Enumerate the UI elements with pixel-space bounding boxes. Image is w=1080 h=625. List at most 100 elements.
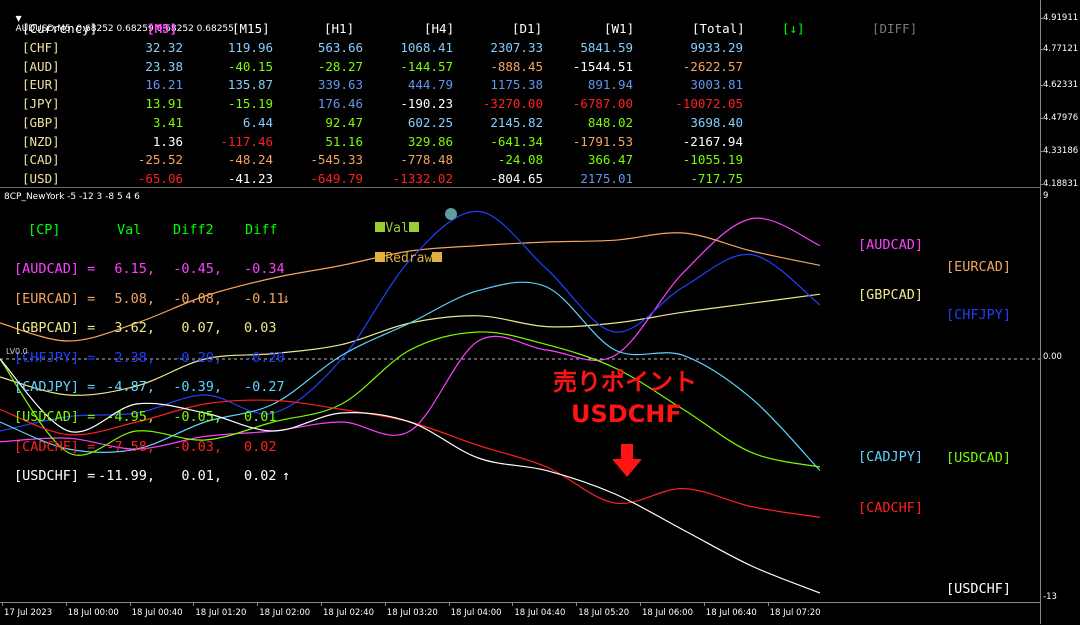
pair-row-diff2: -0.08, xyxy=(173,290,222,307)
time-tick xyxy=(703,603,705,606)
pairs-header: Diff2 xyxy=(173,222,214,238)
pair-row-val: 6.15, xyxy=(114,261,155,277)
indicator-name: 8CP_NewYork -5 -12 3 -8 5 4 6 xyxy=(4,192,140,202)
strength-cell: 1175.38 xyxy=(490,77,543,93)
time-tick-label: 18 Jul 02:00 xyxy=(259,608,311,618)
strength-cell: -649.79 xyxy=(310,170,363,186)
strength-cell: 3.41 xyxy=(152,114,183,130)
strength-cell: -2622.57 xyxy=(682,58,743,74)
circle-button-icon[interactable] xyxy=(445,208,457,220)
sell-point-symbol: USDCHF xyxy=(571,400,682,428)
pair-row-arrow-icon: ↓ xyxy=(282,290,291,307)
legend-redraw[interactable]: Redraw xyxy=(344,236,443,281)
strength-header: [M5] xyxy=(147,21,178,36)
strength-cell: -804.65 xyxy=(490,170,543,186)
pair-row-diff: -0.11 xyxy=(244,290,285,307)
strength-cell: -190.23 xyxy=(400,96,453,112)
price-tick-label: 4.62331 xyxy=(1043,80,1079,90)
val-square-icon xyxy=(375,222,386,232)
strength-cell: 9933.29 xyxy=(690,40,743,55)
pair-row-val: 3.62, xyxy=(114,320,155,337)
price-axis[interactable]: 4.91911 4.77121 4.62331 4.47976 4.33186 4.188… xyxy=(1040,0,1080,624)
strength-header: [Total] xyxy=(692,21,745,36)
pair-row-name: [USDCHF] = xyxy=(14,468,96,485)
time-tick-label: 18 Jul 02:40 xyxy=(323,608,374,618)
symbol-triangle-icon: ▼ xyxy=(15,14,22,23)
currency-label: [AUD] xyxy=(22,58,60,74)
strength-cell: -24.08 xyxy=(497,152,543,168)
currency-label: [CHF] xyxy=(22,40,60,55)
currency-strength-panel: ▼ AUDUSD,M5 0.68252 0.68259 0.68252 0.68… xyxy=(0,0,1040,186)
pair-row-val: -7.58, xyxy=(106,438,155,455)
time-tick xyxy=(384,603,386,606)
series-label: [AUDCAD] xyxy=(858,237,924,253)
price-tick xyxy=(1040,184,1043,185)
pair-row-diff2: -0.45, xyxy=(173,261,222,277)
strength-cell: 848.02 xyxy=(587,114,633,130)
strength-cell: 92.47 xyxy=(325,114,363,130)
time-tick xyxy=(2,603,3,606)
pair-row-name: [AUDCAD] = xyxy=(14,261,96,277)
legend-redraw-label: Redraw xyxy=(385,251,433,266)
panel-separator[interactable] xyxy=(0,187,1040,188)
strength-cell: -15.19 xyxy=(227,96,273,112)
strength-cell: 3698.40 xyxy=(690,114,743,130)
strength-header: [↓] xyxy=(782,21,805,36)
strength-cell: 1.36 xyxy=(152,133,183,149)
strength-cell: 2145.82 xyxy=(490,114,543,130)
series-label: [EURCAD] xyxy=(946,259,1012,275)
pair-row-name: [EURCAD] = xyxy=(14,290,96,307)
price-tick xyxy=(1040,118,1043,119)
strength-cell: 32.32 xyxy=(145,40,183,55)
strength-cell: 13.91 xyxy=(145,96,183,112)
time-tick xyxy=(767,603,769,606)
strength-cell: 176.46 xyxy=(317,96,363,112)
strength-header: [W1] xyxy=(604,21,635,36)
time-axis[interactable]: 17 Jul 2023 18 Jul 00:00 18 Jul 00:40 18 Ju… xyxy=(0,602,1040,625)
legend-val-label: Val xyxy=(385,221,409,236)
price-tick xyxy=(1040,49,1043,50)
pair-indicator-panel: 8CP_NewYork -5 -12 3 -8 5 4 6 Val Redraw… xyxy=(0,189,1040,601)
price-tick xyxy=(1040,18,1043,19)
down-arrow-icon xyxy=(612,444,642,477)
pair-row-val: -11.99, xyxy=(98,468,155,485)
time-tick xyxy=(321,603,322,606)
price-tick-label: 4.18831 xyxy=(1043,179,1079,189)
strength-cell: -48.24 xyxy=(227,152,273,168)
strength-cell: -778.48 xyxy=(400,152,453,168)
indicator-tick-label: -13 xyxy=(1043,592,1057,602)
strength-cell: -28.27 xyxy=(317,58,363,74)
currency-label: [EUR] xyxy=(22,77,60,93)
strength-cell: 119.96 xyxy=(227,40,273,55)
strength-cell: 366.47 xyxy=(587,152,633,168)
time-tick xyxy=(640,603,641,606)
strength-cell: 51.16 xyxy=(325,133,363,149)
pair-row-diff: -0.34 xyxy=(244,261,285,277)
strength-cell: 339.63 xyxy=(317,77,363,93)
pair-row-diff: -0.20 xyxy=(244,349,285,366)
strength-header: [H4] xyxy=(424,21,455,36)
series-label: [CHFJPY] xyxy=(946,307,1012,323)
strength-cell: -1332.02 xyxy=(392,170,453,186)
pair-row-name: [GBPCAD] = xyxy=(14,320,96,337)
pair-row-diff: 0.03 xyxy=(244,320,277,337)
price-tick xyxy=(1040,85,1043,86)
strength-cell: -717.75 xyxy=(690,170,743,186)
pair-row-diff: -0.27 xyxy=(244,379,285,396)
strength-cell: 23.38 xyxy=(145,58,183,74)
redraw-square-icon xyxy=(432,252,443,262)
strength-cell: -144.57 xyxy=(400,58,453,74)
strength-cell: 3003.81 xyxy=(690,77,743,93)
time-tick-label: 18 Jul 01:20 xyxy=(195,608,247,618)
pair-row-diff2: -0.05, xyxy=(173,409,222,425)
strength-header: [M15] xyxy=(232,21,270,36)
strength-header: [Currency] xyxy=(22,21,98,36)
strength-cell: 16.21 xyxy=(145,77,183,93)
series-label: [CADJPY] xyxy=(858,449,924,465)
sell-point-annotation: 売りポイント xyxy=(553,368,697,396)
time-tick xyxy=(257,603,259,606)
time-tick-label: 18 Jul 03:20 xyxy=(386,608,438,618)
pair-row-diff2: -0.03, xyxy=(173,438,222,455)
series-label: [USDCAD] xyxy=(946,450,1012,466)
price-tick-label: 4.33186 xyxy=(1043,146,1079,156)
